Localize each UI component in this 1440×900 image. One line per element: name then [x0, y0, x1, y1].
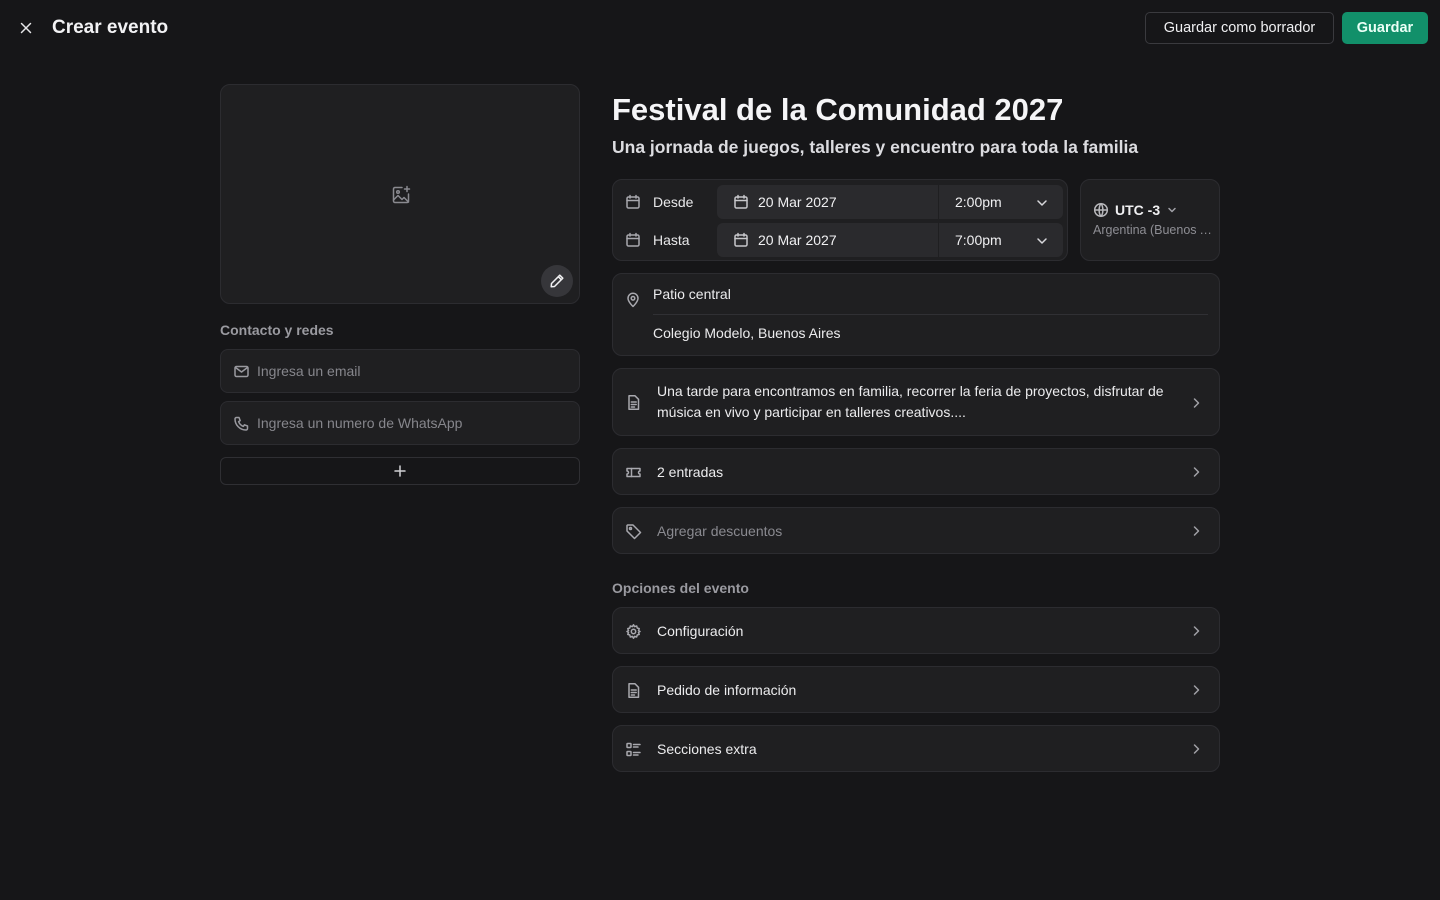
- end-label: Hasta: [653, 232, 690, 248]
- contact-section-title: Contacto y redes: [220, 322, 334, 338]
- calendar-icon: [625, 194, 641, 210]
- chevron-right-icon: [1189, 683, 1203, 697]
- option-extra-sections-row[interactable]: Secciones extra: [612, 725, 1220, 772]
- location-divider: [653, 314, 1208, 315]
- page-title: Crear evento: [52, 17, 169, 38]
- chevron-right-icon: [1189, 624, 1203, 638]
- event-subtitle[interactable]: Una jornada de juegos, talleres y encuen…: [612, 137, 1138, 158]
- start-label: Desde: [653, 194, 694, 210]
- whatsapp-field-container[interactable]: [220, 401, 580, 445]
- description-text: Una tarde para encontramos en familia, r…: [657, 383, 1164, 420]
- chevron-down-icon: [1166, 204, 1178, 216]
- ticket-icon: [625, 464, 642, 481]
- option-extra-sections-label: Secciones extra: [657, 741, 757, 757]
- end-date-picker[interactable]: 20 Mar 2027: [717, 223, 938, 257]
- end-date-row: Hasta 20 Mar 2027 7:00pm: [613, 223, 1067, 257]
- document-icon: [625, 682, 642, 699]
- chevron-right-icon: [1189, 524, 1203, 538]
- save-button[interactable]: Guardar: [1342, 12, 1428, 44]
- chevron-down-icon: [1035, 234, 1049, 248]
- event-title[interactable]: Festival de la Comunidad 2027: [612, 92, 1063, 128]
- tickets-label: 2 entradas: [657, 464, 724, 480]
- document-icon: [625, 394, 642, 411]
- end-time-select[interactable]: 7:00pm: [939, 223, 1063, 257]
- chevron-right-icon: [1189, 742, 1203, 756]
- timezone-select[interactable]: UTC -3 Argentina (Buenos Aires): [1080, 179, 1220, 261]
- calendar-icon: [733, 194, 749, 210]
- start-time-select[interactable]: 2:00pm: [939, 185, 1063, 219]
- email-field-container[interactable]: [220, 349, 580, 393]
- discounts-label: Agregar descuentos: [657, 523, 783, 539]
- location-card: Patio central Colegio Modelo, Buenos Air…: [612, 273, 1220, 356]
- location-pin-icon: [625, 292, 641, 308]
- discounts-row[interactable]: Agregar descuentos: [612, 507, 1220, 554]
- calendar-icon: [733, 232, 749, 248]
- pencil-icon: [549, 273, 565, 289]
- dates-card: Desde 20 Mar 2027 2:00pm Hasta 20 Mar 20…: [612, 179, 1068, 261]
- options-section-title: Opciones del evento: [612, 580, 749, 596]
- tag-icon: [625, 523, 642, 540]
- list-icon: [625, 741, 642, 758]
- chevron-down-icon: [1035, 196, 1049, 210]
- option-info-request-label: Pedido de información: [657, 682, 797, 698]
- gear-icon: [625, 623, 642, 640]
- close-icon[interactable]: [16, 18, 36, 38]
- description-row[interactable]: Una tarde para encontramos en familia, r…: [612, 368, 1220, 436]
- email-input[interactable]: [257, 350, 567, 392]
- timezone-name: Argentina (Buenos Aires): [1093, 223, 1215, 237]
- timezone-offset: UTC -3: [1115, 202, 1161, 218]
- option-configuration-row[interactable]: Configuración: [612, 607, 1220, 654]
- event-image-upload[interactable]: [220, 84, 580, 304]
- location-address-input[interactable]: Colegio Modelo, Buenos Aires: [653, 325, 841, 341]
- start-date-row: Desde 20 Mar 2027 2:00pm: [613, 185, 1067, 219]
- image-add-icon: [390, 184, 412, 206]
- option-configuration-label: Configuración: [657, 623, 744, 639]
- start-date-value: 20 Mar 2027: [758, 194, 837, 210]
- start-time-value: 2:00pm: [955, 194, 1002, 210]
- plus-icon: [393, 464, 407, 478]
- globe-icon: [1093, 202, 1109, 218]
- edit-image-button[interactable]: [541, 265, 573, 297]
- top-bar: Crear evento Guardar como borrador Guard…: [0, 0, 1440, 56]
- start-date-picker[interactable]: 20 Mar 2027: [717, 185, 938, 219]
- option-info-request-row[interactable]: Pedido de información: [612, 666, 1220, 713]
- add-contact-button[interactable]: [220, 457, 580, 485]
- location-place-input[interactable]: Patio central: [653, 286, 731, 302]
- mail-icon: [233, 363, 250, 380]
- calendar-icon: [625, 232, 641, 248]
- whatsapp-input[interactable]: [257, 402, 567, 444]
- end-date-value: 20 Mar 2027: [758, 232, 837, 248]
- phone-icon: [233, 415, 250, 432]
- end-time-value: 7:00pm: [955, 232, 1002, 248]
- save-draft-button[interactable]: Guardar como borrador: [1145, 12, 1334, 44]
- chevron-right-icon: [1189, 396, 1203, 410]
- chevron-right-icon: [1189, 465, 1203, 479]
- tickets-row[interactable]: 2 entradas: [612, 448, 1220, 495]
